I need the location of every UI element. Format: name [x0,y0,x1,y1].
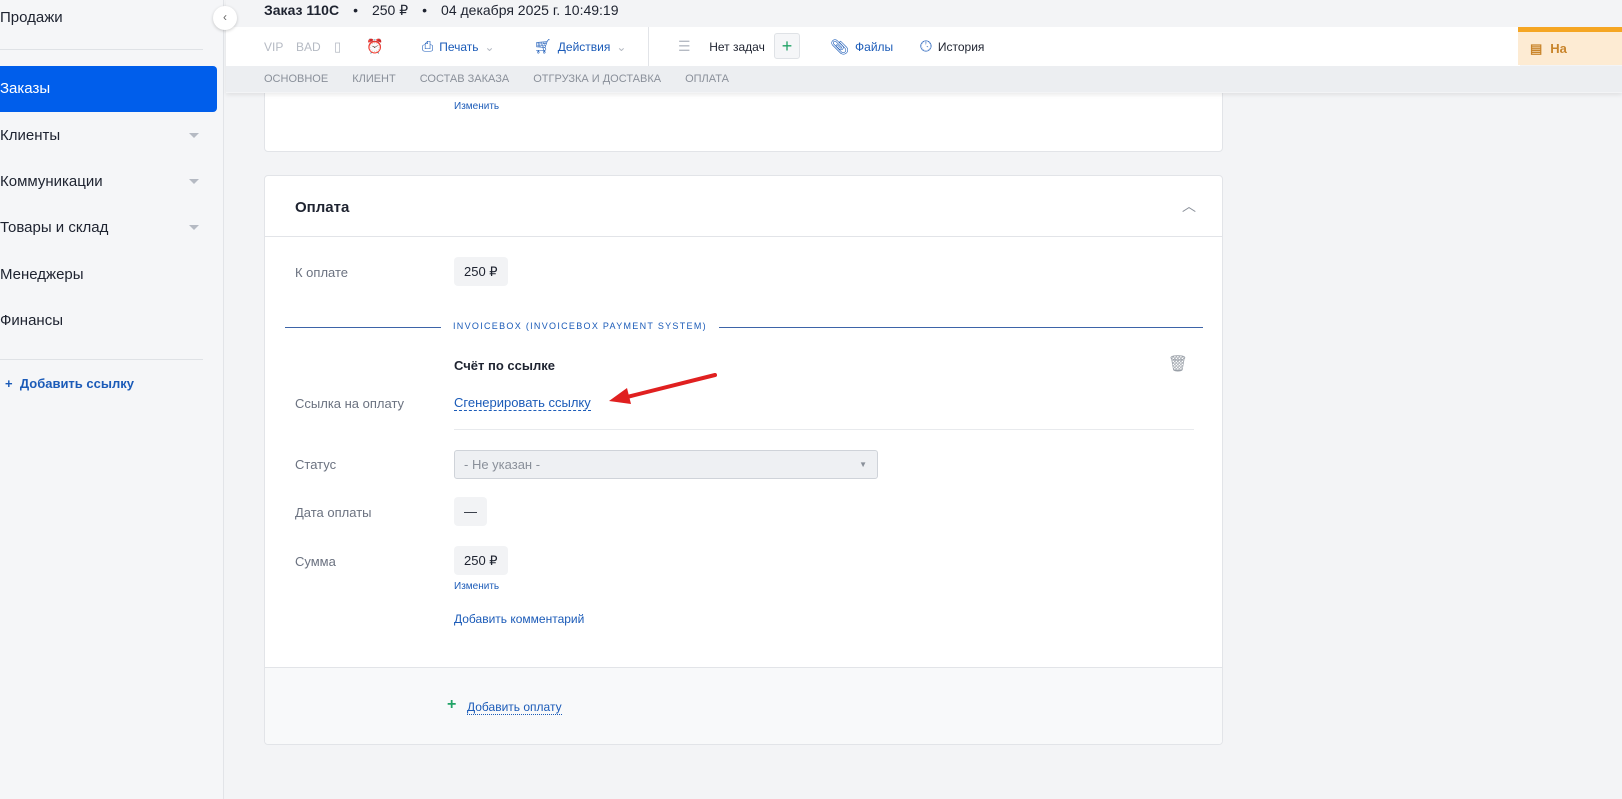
add-task-button[interactable]: + [774,33,800,59]
payment-date-value[interactable]: — [454,497,487,526]
message-icon: ▤ [1530,40,1543,56]
divider [0,49,203,50]
bad-button[interactable]: BAD [296,40,321,54]
to-pay-label: К оплате [295,265,349,280]
order-title: Заказ 110С • 250 ₽ • 04 декабря 2025 г. 10:4… [264,2,619,18]
tab-payment[interactable]: Оплата [685,73,729,85]
flag-icon[interactable]: ▯ [334,39,341,55]
caret-down-icon [189,225,199,230]
status-label: Статус [295,457,337,472]
toolbar: VIP BAD ▯ ⏰ ⎙ Печать ⌄ 🛒︎ Действия ⌄ ☰ Нет з… [226,27,1520,66]
chevron-down-icon: ⌄ [484,39,495,54]
generate-link-button[interactable]: Сгенерировать ссылку [454,395,591,411]
add-payment-button[interactable]: Добавить оплату [467,700,562,715]
sidebar-item-clients[interactable]: Клиенты [0,113,217,159]
change-link[interactable]: Изменить [454,101,499,112]
divider [265,236,1222,237]
payment-date-label: Дата оплаты [295,505,372,520]
section-title: Оплата [295,199,350,216]
sidebar-item-sales[interactable]: Продажи [0,0,217,41]
tab-client[interactable]: Клиент [352,73,396,85]
sidebar: Продажи Заказы Клиенты Коммуникации Това… [0,0,224,799]
files-button[interactable]: 📎︎ Файлы [830,38,893,56]
caret-down-icon [189,179,199,184]
caret-down-icon: ▼ [859,460,867,469]
payment-system-label: INVOICEBOX (INVOICEBOX PAYMENT SYSTEM) [441,321,719,331]
tab-main[interactable]: Основное [264,73,328,85]
divider [0,359,203,360]
sidebar-item-orders[interactable]: Заказы [0,66,217,112]
clock-icon: 🕓︎ [920,38,932,55]
chevron-up-icon[interactable]: ︿ [1182,196,1196,216]
payment-card: Оплата ︿ К оплате 250 ₽ INVOICEBOX (INVO… [264,175,1223,745]
paperclip-icon: 📎︎ [830,38,850,56]
tab-order-items[interactable]: Состав заказа [420,73,510,85]
payment-link-label: Ссылка на оплату [295,396,405,411]
plus-icon: + [447,696,457,713]
print-button[interactable]: ⎙ Печать ⌄ [422,38,495,55]
chevron-down-icon: ⌄ [616,39,627,54]
sum-label: Сумма [295,554,336,569]
sidebar-item-managers[interactable]: Менеджеры [0,252,217,298]
red-arrow-annotation [609,373,717,404]
divider [285,327,1203,328]
actions-button[interactable]: 🛒︎ Действия ⌄ [534,38,626,55]
divider [648,27,649,66]
change-sum-link[interactable]: Изменить [454,581,499,592]
caret-down-icon [189,133,199,138]
vip-button[interactable]: VIP [264,40,283,54]
notes-button[interactable]: ▤ На [1518,27,1622,65]
alarm-icon[interactable]: ⏰ [366,38,383,55]
sidebar-item-finance[interactable]: Финансы [0,298,217,344]
sidebar-item-goods[interactable]: Товары и склад [0,205,217,251]
comment-icon: ☰ [678,38,691,54]
history-button[interactable]: 🕓︎ История [920,38,984,55]
to-pay-value: 250 ₽ [454,257,508,286]
card-footer: + Добавить оплату [265,667,1222,744]
collapse-sidebar-button[interactable]: ‹ [213,6,237,30]
sum-value: 250 ₽ [454,546,508,575]
add-link-button[interactable]: + Добавить ссылку [5,376,134,391]
trash-icon[interactable]: 🗑︎ [1168,354,1188,374]
order-header: Заказ 110С • 250 ₽ • 04 декабря 2025 г. 10:4… [226,0,1622,93]
divider [454,429,1194,430]
tab-shipping[interactable]: Отгрузка и доставка [533,73,661,85]
printer-icon: ⎙ [422,38,434,54]
tabs: Основное Клиент Состав заказа Отгрузка и… [226,66,1622,92]
sidebar-item-communications[interactable]: Коммуникации [0,159,217,205]
status-select[interactable]: - Не указан - ▼ [454,450,878,479]
add-comment-link[interactable]: Добавить комментарий [454,612,584,626]
tasks-label[interactable]: ☰ Нет задач [678,38,765,55]
payment-method: Счёт по ссылке [454,358,555,373]
cart-icon: 🛒︎ [534,38,552,54]
plus-icon: + [5,376,20,391]
